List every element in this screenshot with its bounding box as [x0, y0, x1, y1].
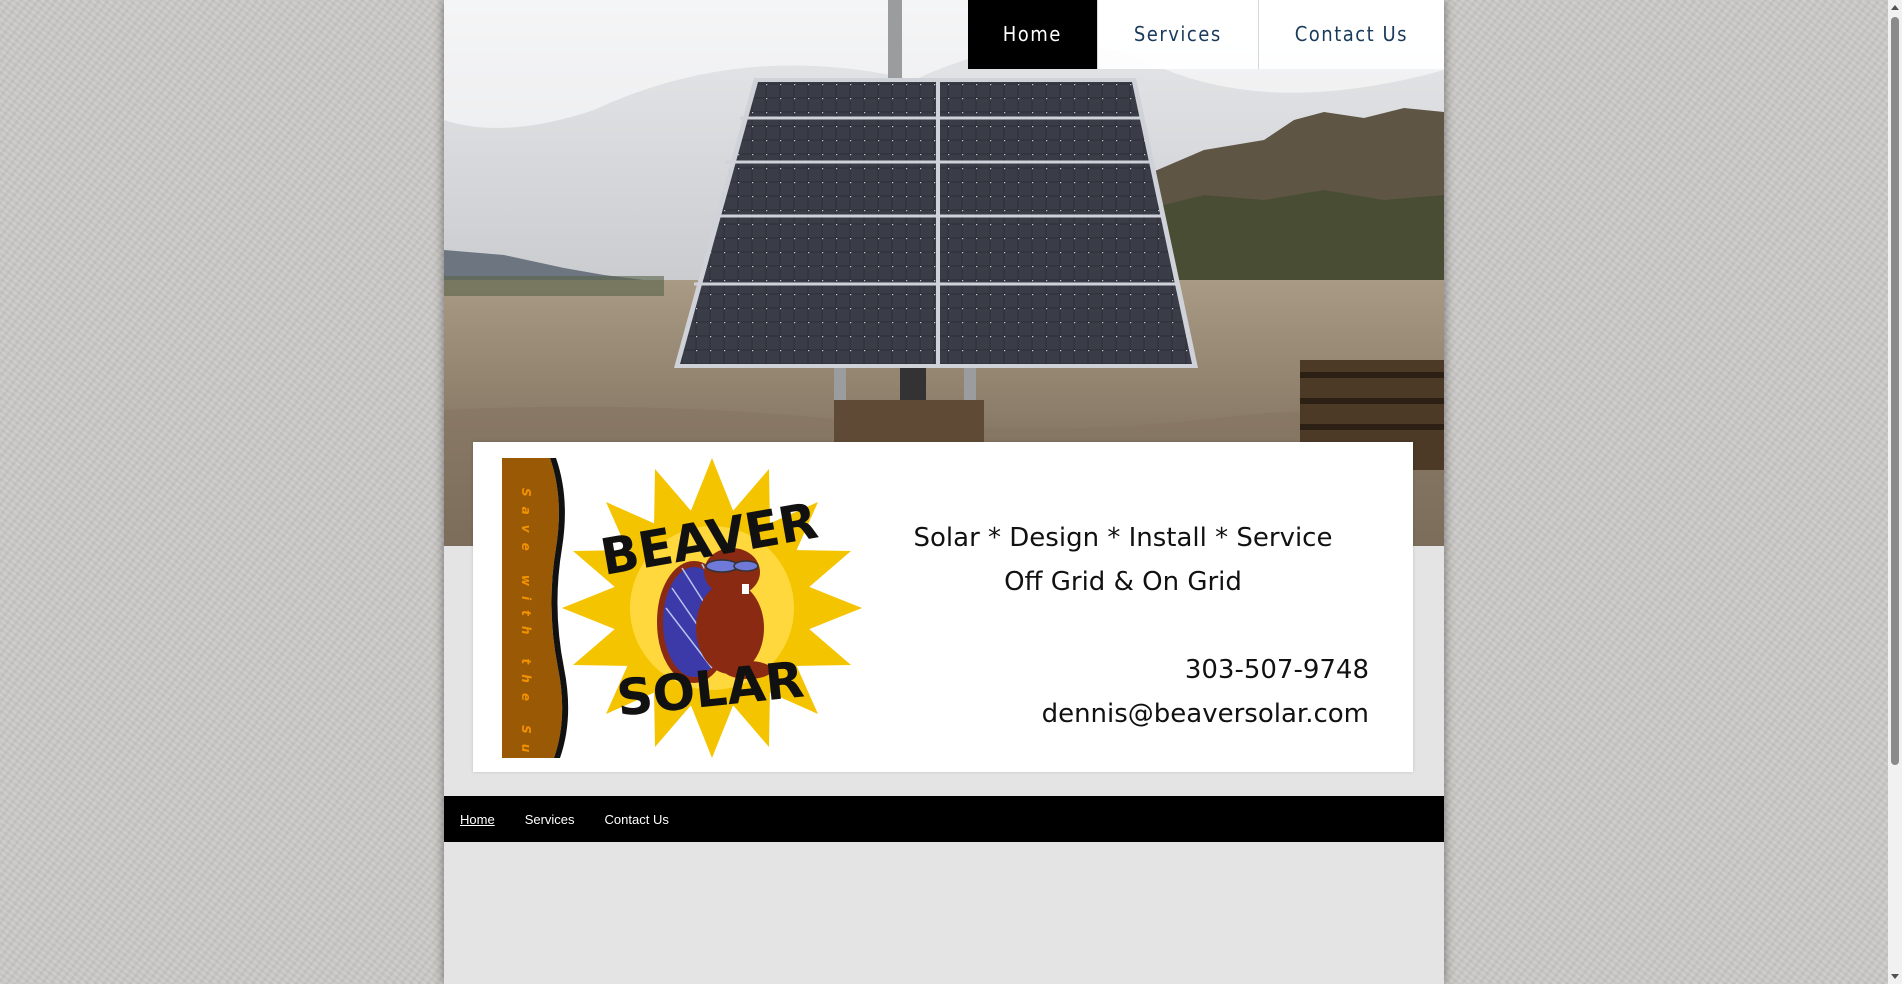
page-scrollbar[interactable] [1888, 0, 1902, 984]
beaver-solar-logo: Save with the Sun! BEAVER SOLAR [502, 458, 862, 758]
logo-banner-text: Save with the Sun! [519, 488, 533, 758]
tagline-services: Solar * Design * Install * Service [913, 523, 1333, 553]
top-nav: Home Services Contact Us [967, 0, 1444, 69]
bottom-nav: Home Services Contact Us [444, 796, 1444, 842]
top-nav-contact-us[interactable]: Contact Us [1257, 0, 1444, 69]
tagline-grid: Off Grid & On Grid [1004, 567, 1242, 597]
page-container: Home Services Contact Us Save with the S… [444, 0, 1444, 984]
header-card: Save with the Sun! BEAVER SOLAR Solar * … [473, 442, 1413, 772]
bottom-nav-contact-us[interactable]: Contact Us [605, 812, 669, 827]
scroll-up-icon[interactable] [1891, 5, 1899, 10]
scrollbar-thumb[interactable] [1891, 17, 1899, 765]
phone-number: 303-507-9748 [1184, 655, 1369, 685]
email-address: dennis@beaversolar.com [1041, 699, 1369, 729]
top-nav-services[interactable]: Services [1096, 0, 1258, 69]
bottom-nav-services[interactable]: Services [525, 812, 575, 827]
scroll-down-icon[interactable] [1891, 974, 1899, 979]
bottom-nav-home[interactable]: Home [460, 812, 495, 827]
top-nav-home[interactable]: Home [967, 0, 1097, 69]
contact-info: 303-507-9748 dennis@beaversolar.com [1042, 648, 1369, 736]
tagline: Solar * Design * Install * Service Off G… [863, 516, 1383, 604]
